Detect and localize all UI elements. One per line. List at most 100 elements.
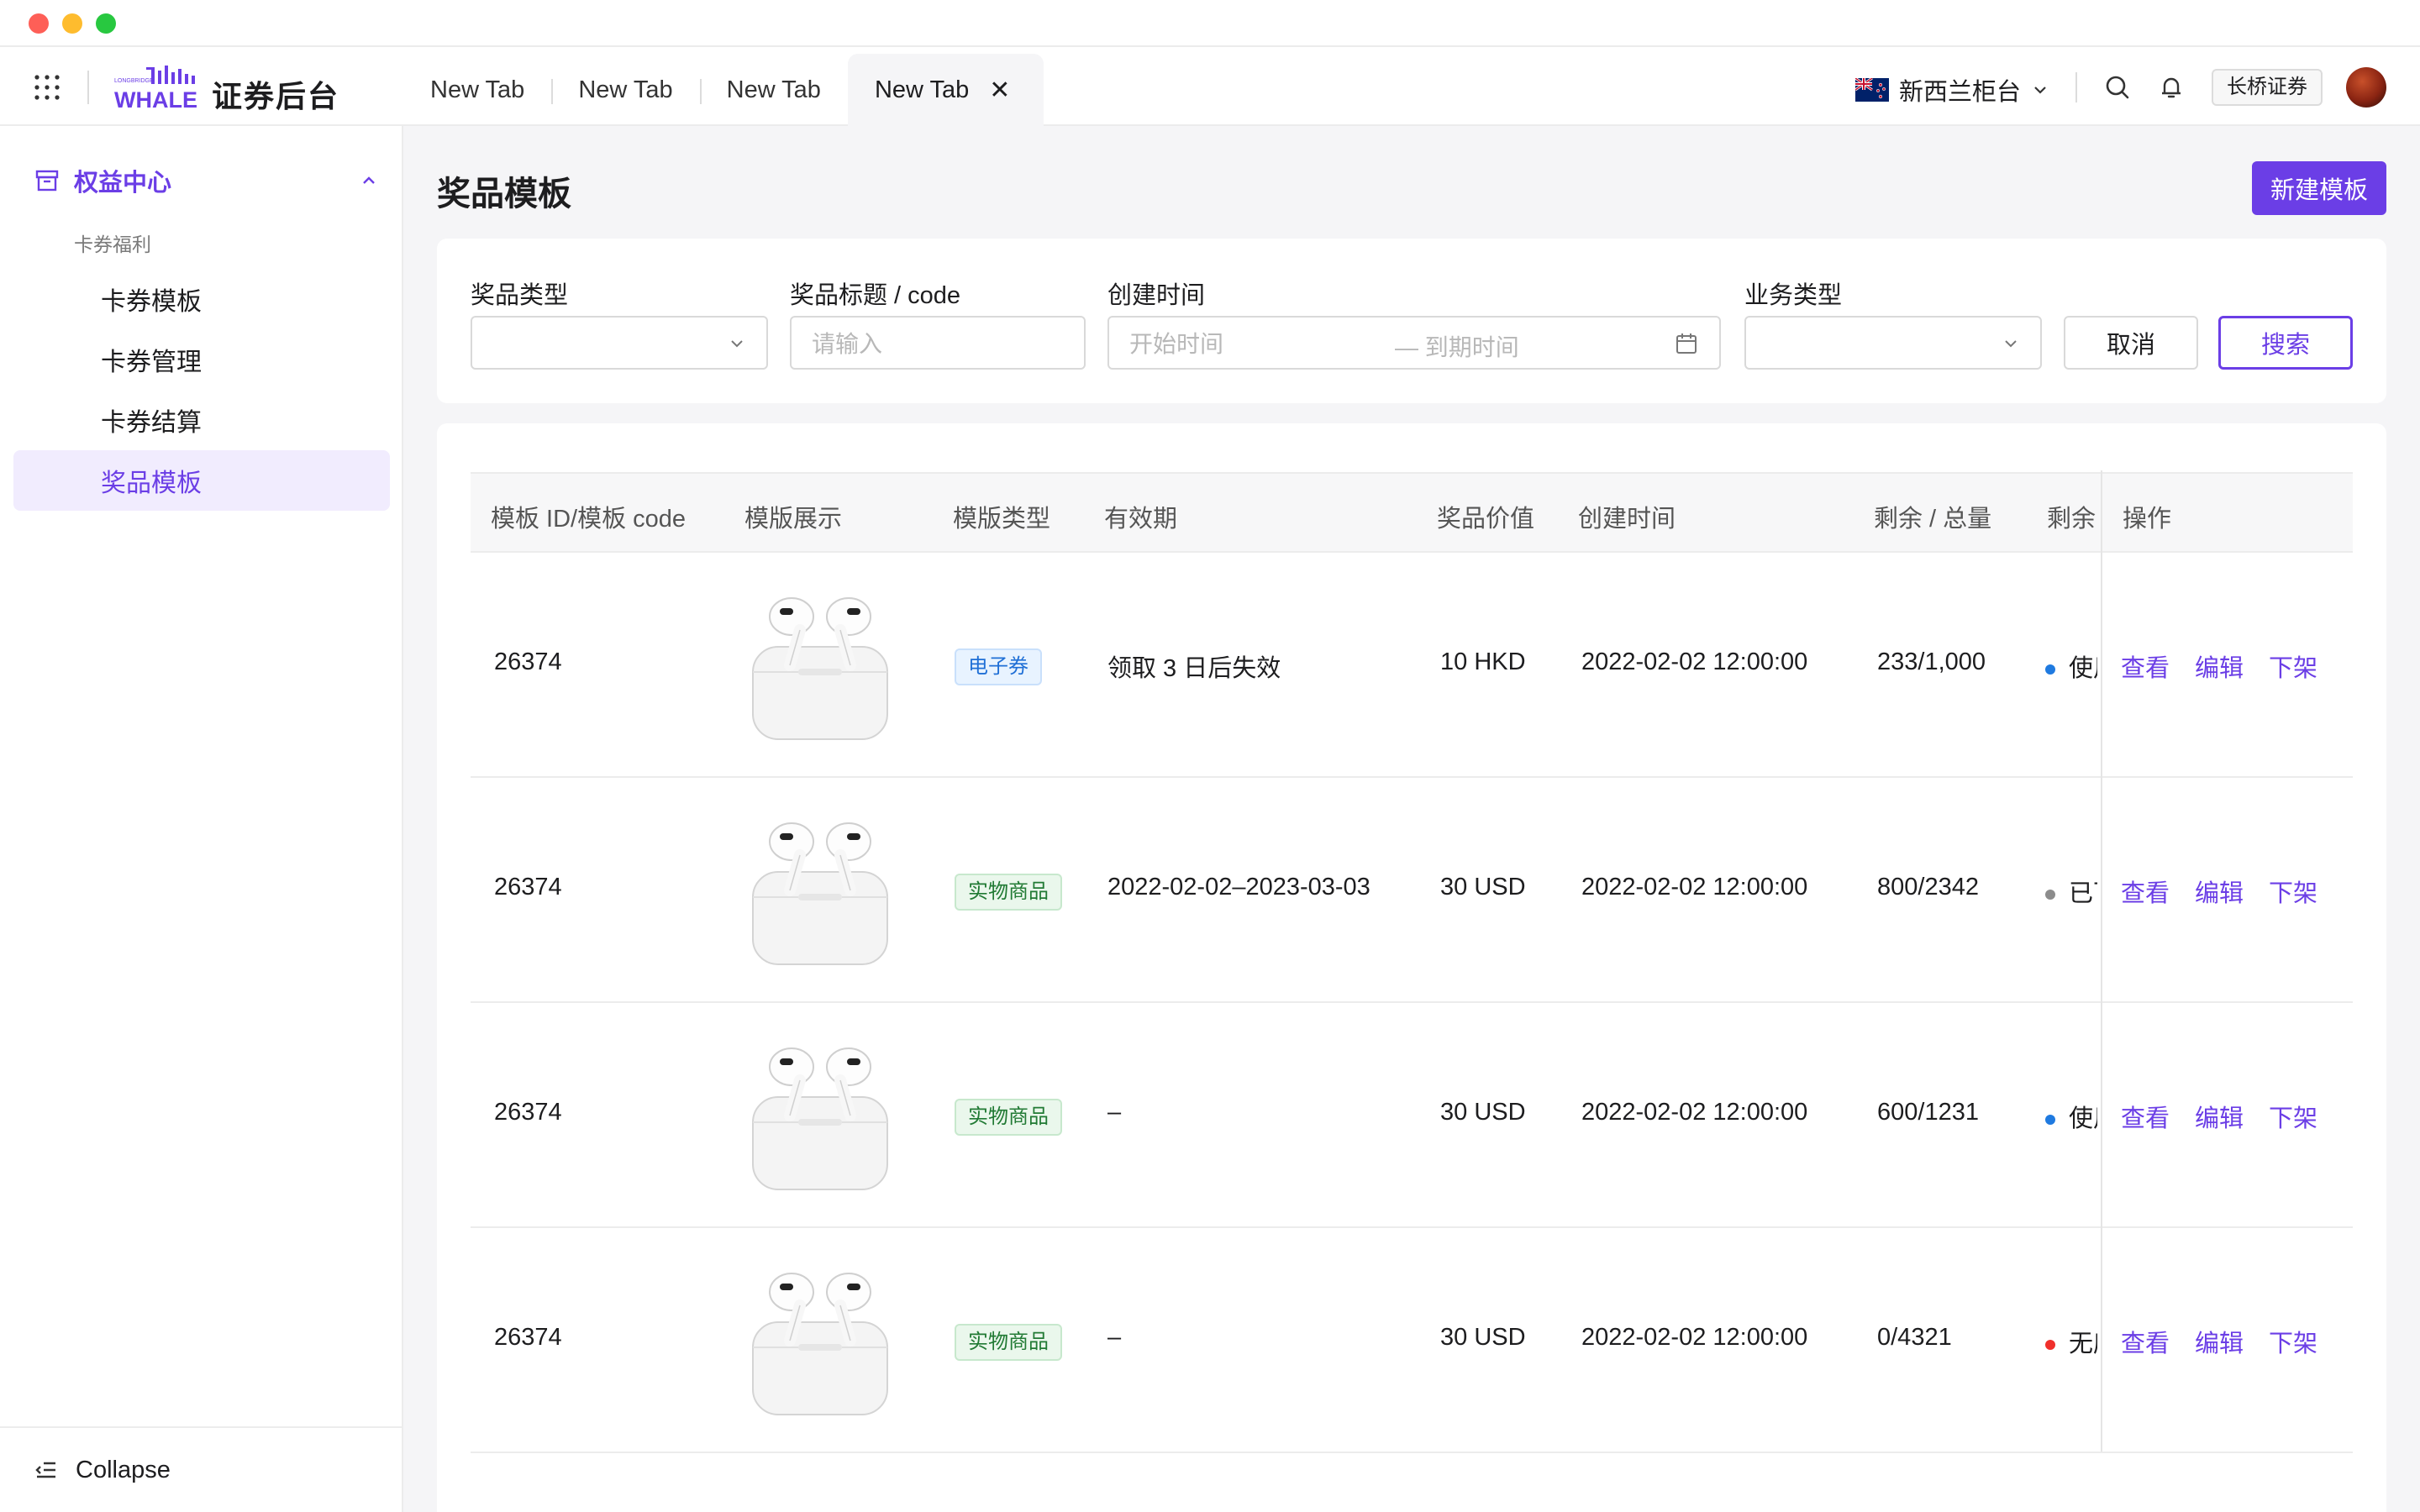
airpods-pro-image[interactable]: [750, 1038, 891, 1193]
remaining-total: 600/1231: [1877, 1099, 1979, 1126]
create-template-button[interactable]: 新建模板: [2252, 161, 2386, 215]
prize-type-select[interactable]: [471, 316, 768, 370]
column-header: 剩余: [2047, 506, 2096, 533]
edit-link[interactable]: 编辑: [2195, 648, 2244, 684]
business-type-select[interactable]: [1744, 316, 2042, 370]
edit-link[interactable]: 编辑: [2195, 1324, 2244, 1359]
prize-title-label: 奖品标题 / code: [790, 282, 961, 309]
validity: 领取 3 日后失效: [1107, 655, 1281, 682]
prize-template-table: 模板 ID/模板 code 模版展示 模版类型 有效期 奖品价值 创建时间 剩余…: [437, 423, 2386, 1512]
created-time: 2022-02-02 12:00:00: [1581, 1099, 1808, 1126]
airpods-pro-image[interactable]: [750, 1263, 891, 1418]
sidebar-item-label: 卡券管理: [101, 349, 202, 376]
prize-value: 30 USD: [1440, 1324, 1526, 1351]
status-dot: [2045, 664, 2055, 675]
region-selector[interactable]: 新西兰柜台: [1855, 72, 2049, 108]
prize-title-input[interactable]: 请输入: [790, 316, 1086, 370]
window-close-button[interactable]: [29, 13, 49, 34]
sidebar-item-card-template[interactable]: 卡券模板: [13, 269, 390, 329]
tab-1[interactable]: New Tab: [403, 54, 551, 126]
new-zealand-flag-icon: [1855, 78, 1889, 102]
column-header: 剩余 / 总量: [1874, 506, 1992, 533]
sidebar-item-label: 奖品模板: [101, 470, 202, 497]
tab-label: New Tab: [578, 76, 673, 103]
status-badge: 无库存: [2045, 1324, 2097, 1359]
sidebar: 权益中心 卡券福利 卡券模板 卡券管理 卡券结算 奖品模板 Collapse: [0, 126, 403, 1512]
created-time: 2022-02-02 12:00:00: [1581, 874, 1808, 900]
column-header: 模版展示: [744, 506, 843, 533]
sidebar-subgroup-label: 卡券福利: [74, 234, 151, 255]
validity: –: [1107, 1324, 1122, 1351]
created-time: 2022-02-02 12:00:00: [1581, 1324, 1808, 1351]
close-icon[interactable]: ✕: [989, 76, 1010, 105]
airpods-pro-image[interactable]: [750, 588, 891, 743]
sidebar-item-label: 卡券结算: [101, 409, 202, 437]
created-time-range-picker[interactable]: 开始时间 — 到期时间: [1107, 316, 1721, 370]
window-zoom-button[interactable]: [96, 13, 116, 34]
status-dot: [2045, 890, 2055, 900]
unpublish-link[interactable]: 下架: [2269, 1324, 2317, 1359]
template-id: 26374: [494, 648, 562, 675]
validity: 2022-02-02–2023-03-03: [1107, 874, 1370, 900]
chevron-down-icon: [2034, 87, 2046, 94]
header-divider: [2075, 72, 2077, 102]
template-type-tag: 电子券: [955, 648, 1042, 685]
whale-logo[interactable]: LONGBRIDGE WHALE: [114, 64, 202, 111]
view-link[interactable]: 查看: [2121, 1099, 2170, 1134]
app-header: LONGBRIDGE WHALE 证券后台 New Tab New Tab Ne…: [0, 47, 2420, 126]
prize-value: 10 HKD: [1440, 648, 1526, 675]
search-button[interactable]: 搜索: [2218, 316, 2353, 370]
created-time: 2022-02-02 12:00:00: [1581, 648, 1808, 675]
validity: –: [1107, 1099, 1122, 1126]
view-link[interactable]: 查看: [2121, 648, 2170, 684]
prize-value: 30 USD: [1440, 874, 1526, 900]
header-divider: [87, 71, 89, 104]
org-switch-button[interactable]: 长桥证券: [2212, 69, 2323, 106]
tab-label: New Tab: [874, 76, 970, 103]
sidebar-collapse-button[interactable]: Collapse: [0, 1426, 403, 1512]
table-row: 26374 实物商品 – 30 USD 2022-02-02 12:00:00 …: [471, 1228, 2353, 1453]
bell-icon[interactable]: [2156, 72, 2186, 102]
table-header: 模板 ID/模板 code 模版展示 模版类型 有效期 奖品价值 创建时间 剩余…: [471, 472, 2353, 553]
column-header: 模版类型: [953, 506, 1051, 533]
chevron-up-icon[interactable]: [358, 170, 380, 192]
tab-label: New Tab: [726, 76, 821, 103]
airpods-pro-image[interactable]: [750, 813, 891, 968]
remaining-total: 800/2342: [1877, 874, 1979, 900]
prize-type-label: 奖品类型: [471, 282, 569, 309]
edit-link[interactable]: 编辑: [2195, 874, 2244, 909]
unpublish-link[interactable]: 下架: [2269, 1099, 2317, 1134]
template-type-tag: 实物商品: [955, 874, 1062, 911]
view-link[interactable]: 查看: [2121, 874, 2170, 909]
table-row: 26374 实物商品 2022-02-02–2023-03-03 30 USD …: [471, 778, 2353, 1003]
avatar[interactable]: [2346, 67, 2386, 108]
search-icon[interactable]: [2102, 72, 2133, 102]
sidebar-group-rights-center[interactable]: 权益中心: [34, 160, 380, 202]
edit-link[interactable]: 编辑: [2195, 1099, 2244, 1134]
tab-3[interactable]: New Tab: [699, 54, 848, 126]
template-type-tag: 实物商品: [955, 1099, 1062, 1136]
sidebar-item-prize-template[interactable]: 奖品模板: [13, 450, 390, 511]
status-badge: 使用中: [2045, 648, 2097, 684]
svg-text:LONGBRIDGE: LONGBRIDGE: [114, 78, 154, 84]
unpublish-link[interactable]: 下架: [2269, 648, 2317, 684]
sidebar-item-card-management[interactable]: 卡券管理: [13, 329, 390, 390]
tab-4-active[interactable]: New Tab ✕: [847, 54, 1044, 126]
apps-grid-icon[interactable]: [34, 74, 60, 101]
collapse-label: Collapse: [76, 1456, 171, 1483]
template-id: 26374: [494, 1324, 562, 1351]
status-dot: [2045, 1340, 2055, 1351]
sidebar-item-label: 卡券模板: [101, 288, 202, 316]
cancel-button[interactable]: 取消: [2064, 316, 2198, 370]
sidebar-item-card-settlement[interactable]: 卡券结算: [13, 390, 390, 450]
view-link[interactable]: 查看: [2121, 1324, 2170, 1359]
window-minimize-button[interactable]: [62, 13, 82, 34]
table-row: 26374 实物商品 – 30 USD 2022-02-02 12:00:00 …: [471, 1003, 2353, 1228]
page-title: 奖品模板: [437, 176, 571, 213]
collapse-menu-icon: [35, 1462, 55, 1478]
status-badge: 使用中: [2045, 1099, 2097, 1134]
unpublish-link[interactable]: 下架: [2269, 874, 2317, 909]
remaining-total: 233/1,000: [1877, 648, 1986, 675]
tab-2[interactable]: New Tab: [551, 54, 699, 126]
column-header: 模板 ID/模板 code: [491, 506, 687, 533]
